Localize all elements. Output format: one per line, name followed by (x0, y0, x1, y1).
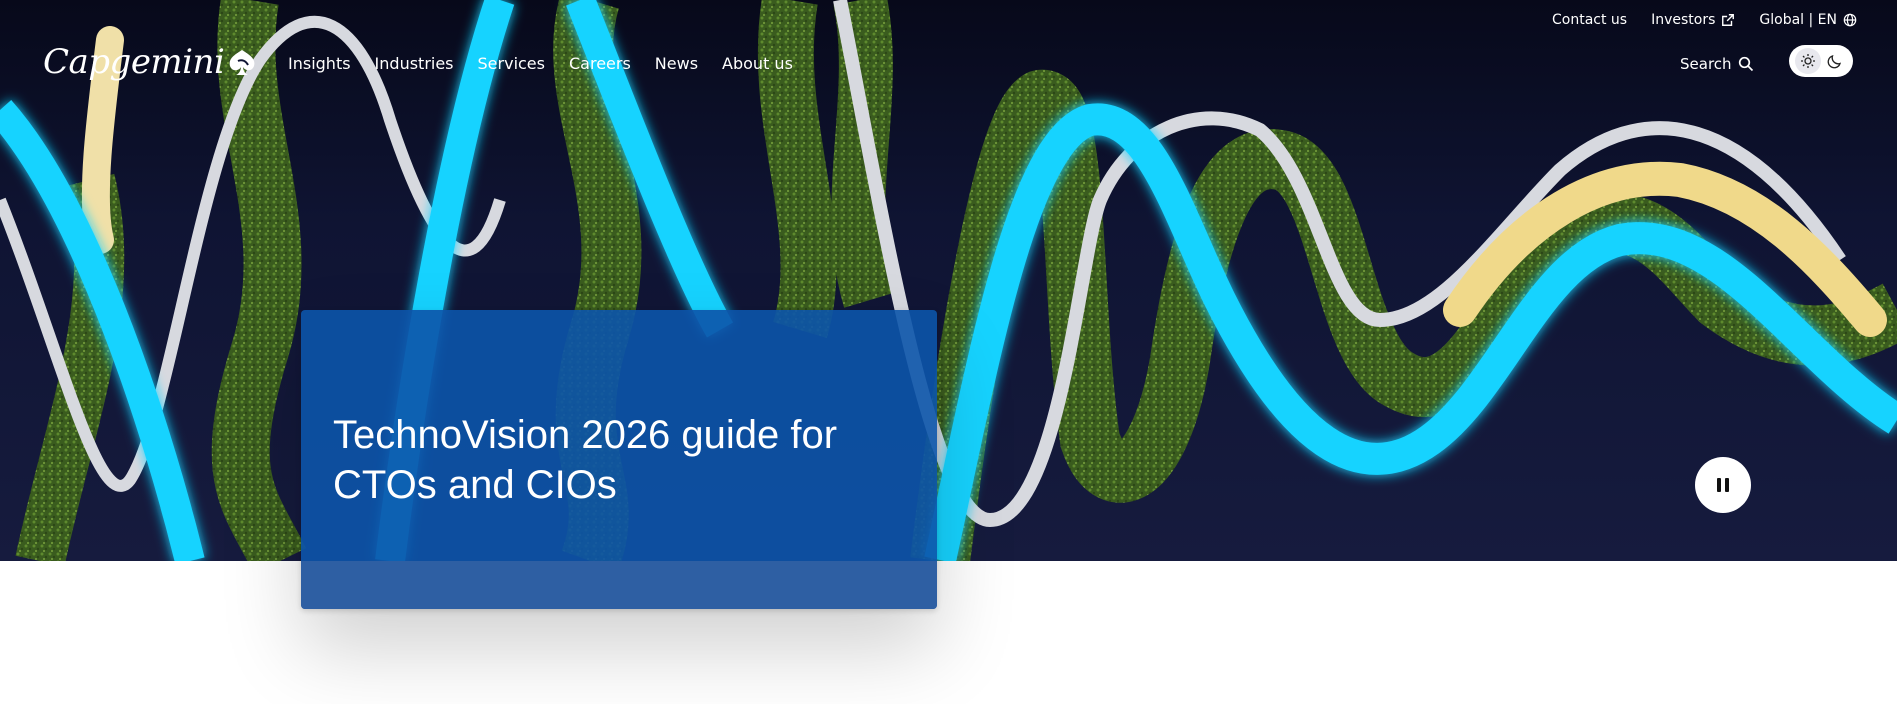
sun-icon (1800, 54, 1815, 68)
capgemini-logo[interactable]: Capgemini (43, 42, 258, 82)
nav-item-insights[interactable]: Insights (288, 54, 351, 73)
feature-card-footer (301, 561, 937, 609)
content-area (0, 561, 1897, 704)
search-label: Search (1680, 55, 1732, 73)
globe-icon (1843, 13, 1857, 27)
nav-item-news[interactable]: News (655, 54, 698, 73)
locale-label: Global | EN (1759, 12, 1837, 28)
feature-card[interactable]: TechnoVision 2026 guide for CTOs and CIO… (301, 310, 937, 609)
main-nav: Insights Industries Services Careers New… (288, 54, 793, 73)
investors-link[interactable]: Investors (1651, 12, 1735, 28)
feature-card-title[interactable]: TechnoVision 2026 guide for CTOs and CIO… (333, 410, 893, 510)
contact-label: Contact us (1551, 12, 1628, 28)
hero-background-artwork (0, 0, 1897, 561)
search-icon (1738, 56, 1753, 72)
logo-text: Capgemini (43, 42, 225, 82)
hero-banner: Contact us Investors Global | EN Capgemi… (0, 0, 1897, 561)
pause-button[interactable] (1695, 457, 1751, 513)
dark-mode-option[interactable] (1822, 48, 1848, 74)
nav-item-services[interactable]: Services (478, 54, 545, 73)
contact-link[interactable]: Contact us (1552, 12, 1627, 28)
pause-icon (1717, 478, 1729, 492)
external-link-icon (1722, 14, 1735, 26)
nav-item-industries[interactable]: Industries (375, 54, 454, 73)
nav-item-about-us[interactable]: About us (722, 54, 793, 73)
utility-nav: Contact us Investors Global | EN (1552, 12, 1857, 28)
spade-logo-icon (229, 50, 255, 75)
investors-label: Investors (1651, 12, 1716, 28)
theme-toggle[interactable] (1789, 45, 1853, 77)
nav-item-careers[interactable]: Careers (569, 54, 631, 73)
locale-selector[interactable]: Global | EN (1759, 12, 1857, 28)
moon-icon (1827, 55, 1841, 69)
light-mode-option[interactable] (1794, 48, 1821, 74)
search-button[interactable]: Search (1680, 55, 1754, 73)
